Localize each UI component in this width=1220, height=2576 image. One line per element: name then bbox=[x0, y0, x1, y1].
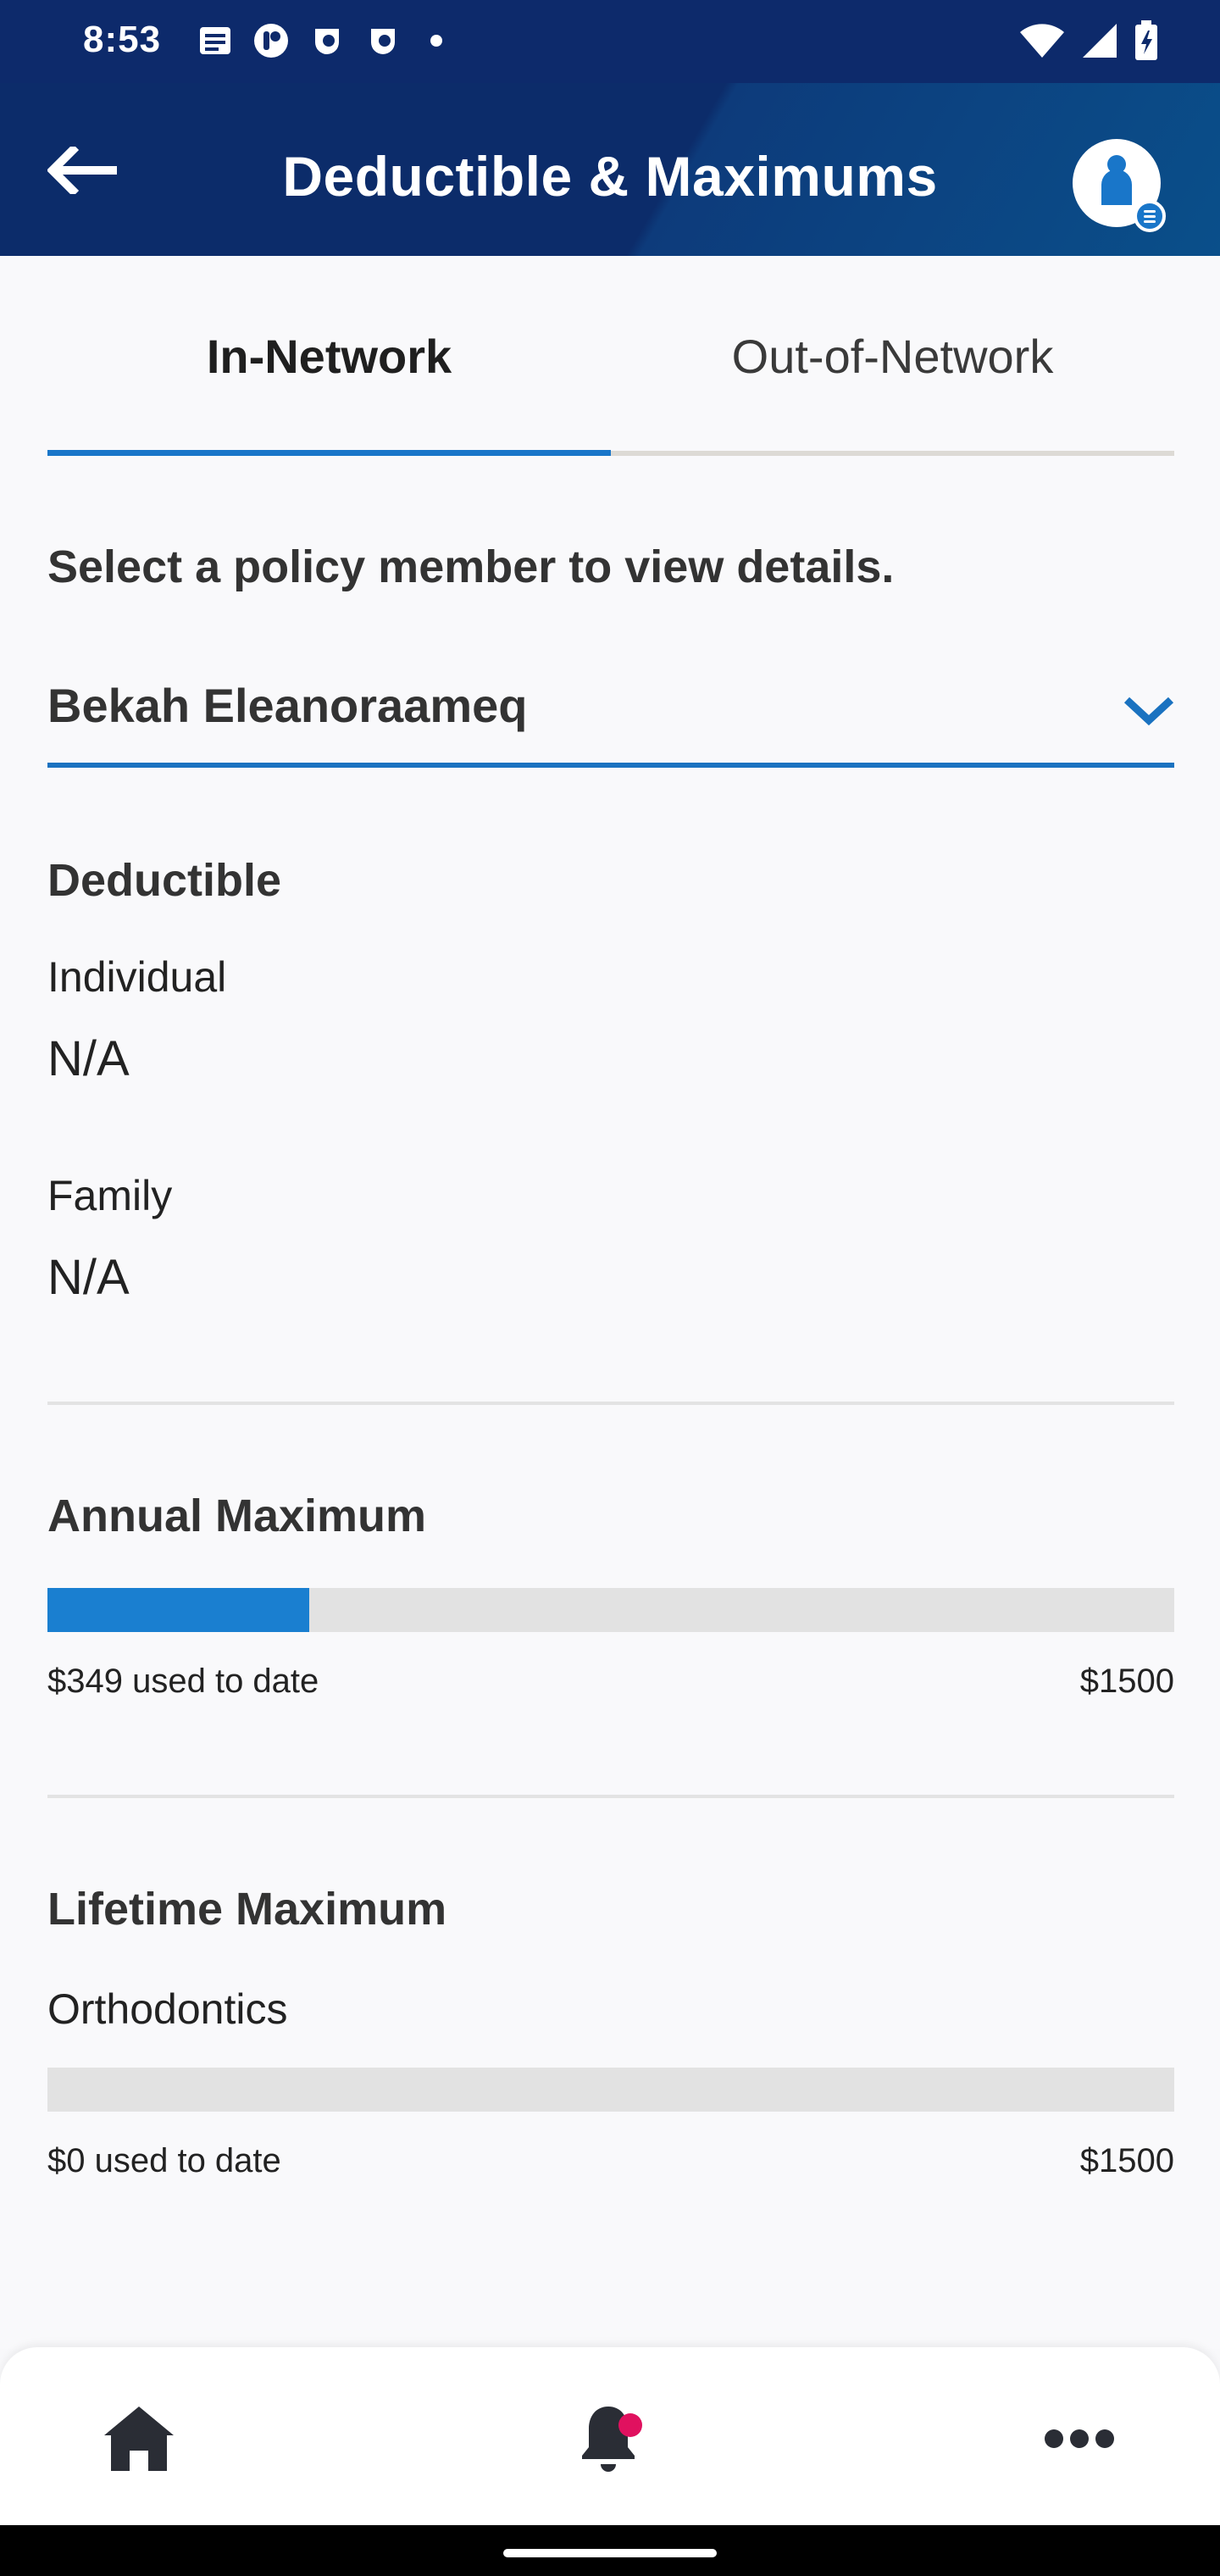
annual-used-text: $349 used to date bbox=[47, 1663, 319, 1700]
policy-member-dropdown[interactable]: Bekah Eleanoraameq bbox=[47, 663, 1174, 768]
notification-dot bbox=[618, 2413, 642, 2437]
individual-label: Individual bbox=[47, 953, 227, 1001]
annual-maximum-progress-fill bbox=[47, 1588, 310, 1632]
app-icon bbox=[308, 22, 346, 59]
status-icons-left bbox=[197, 22, 442, 59]
section-divider bbox=[47, 1795, 1174, 1798]
lifetime-max-text: $1500 bbox=[1079, 2142, 1174, 2179]
more-icon bbox=[1044, 2429, 1115, 2453]
page-title: Deductible & Maximums bbox=[282, 145, 938, 208]
app-icon bbox=[364, 22, 402, 59]
profile-button[interactable] bbox=[1073, 139, 1166, 232]
tab-in-network[interactable]: In-Network bbox=[47, 256, 611, 456]
nav-more-button[interactable] bbox=[1020, 2381, 1139, 2500]
family-value: N/A bbox=[47, 1250, 130, 1305]
annual-maximum-title: Annual Maximum bbox=[47, 1491, 427, 1541]
family-label: Family bbox=[47, 1172, 173, 1219]
app-header: Deductible & Maximums bbox=[0, 83, 1220, 256]
orthodontics-label: Orthodontics bbox=[47, 1985, 288, 2033]
lifetime-maximum-progress bbox=[47, 2068, 1174, 2112]
system-navigation-bar bbox=[0, 2525, 1220, 2576]
annual-maximum-progress bbox=[47, 1588, 1174, 1632]
home-icon bbox=[103, 2405, 175, 2477]
bottom-nav bbox=[0, 2347, 1220, 2525]
deductible-title: Deductible bbox=[47, 855, 282, 906]
nav-notifications-button[interactable] bbox=[549, 2381, 668, 2500]
network-tabs: In-Network Out-of-Network bbox=[47, 256, 1174, 456]
annual-max-text: $1500 bbox=[1079, 1663, 1174, 1700]
tab-out-of-network[interactable]: Out-of-Network bbox=[611, 256, 1174, 456]
individual-value: N/A bbox=[47, 1031, 130, 1086]
person-icon bbox=[1098, 154, 1135, 213]
dot-icon bbox=[430, 35, 442, 47]
lifetime-used-text: $0 used to date bbox=[47, 2142, 281, 2179]
status-icons-right bbox=[1018, 20, 1159, 65]
status-bar: 8:53 bbox=[0, 0, 1220, 83]
menu-badge-icon bbox=[1134, 200, 1166, 232]
status-time: 8:53 bbox=[83, 19, 162, 60]
app-icon bbox=[252, 22, 290, 59]
nav-home-button[interactable] bbox=[80, 2381, 198, 2500]
home-gesture-handle[interactable] bbox=[503, 2549, 717, 2557]
section-divider bbox=[47, 1402, 1174, 1405]
calendar-icon bbox=[197, 22, 234, 59]
wifi-icon bbox=[1018, 22, 1066, 64]
main-content: In-Network Out-of-Network Select a polic… bbox=[0, 256, 1220, 2349]
lifetime-maximum-title: Lifetime Maximum bbox=[47, 1884, 447, 1935]
battery-icon bbox=[1134, 20, 1159, 65]
active-tab-indicator bbox=[47, 450, 611, 456]
member-prompt: Select a policy member to view details. bbox=[47, 541, 895, 592]
signal-icon bbox=[1081, 22, 1118, 64]
chevron-down-icon bbox=[1123, 685, 1174, 736]
selected-member: Bekah Eleanoraameq bbox=[47, 679, 528, 732]
